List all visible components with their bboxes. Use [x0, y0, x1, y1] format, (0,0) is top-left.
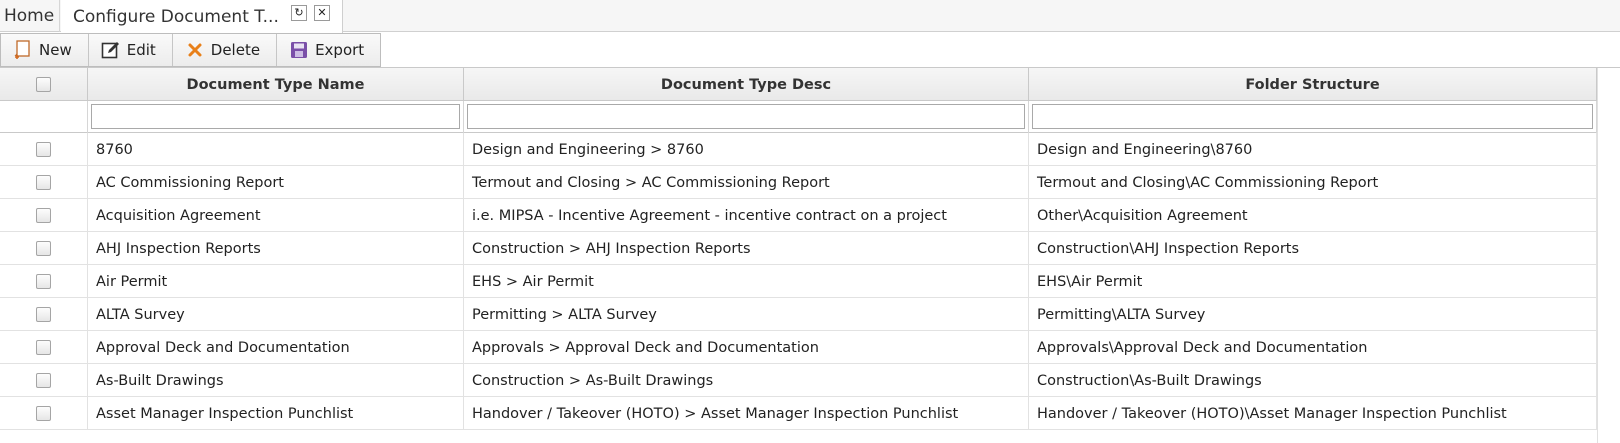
delete-button-label: Delete — [210, 41, 261, 59]
new-document-icon — [13, 40, 33, 60]
filter-cell-folder — [1029, 101, 1597, 133]
row-select-cell — [0, 232, 88, 265]
cell-folder-structure: Construction\As-Built Drawings — [1029, 364, 1597, 397]
cell-document-type-name: 8760 — [88, 133, 464, 166]
cell-document-type-desc: EHS > Air Permit — [464, 265, 1029, 298]
cell-folder-structure: Approvals\Approval Deck and Documentatio… — [1029, 331, 1597, 364]
tab-home-label: Home — [4, 6, 55, 26]
cell-document-type-desc: Approvals > Approval Deck and Documentat… — [464, 331, 1029, 364]
select-all-header — [0, 68, 88, 101]
row-checkbox[interactable] — [36, 241, 51, 256]
grid-body: 8760 Design and Engineering > 8760 Design … — [0, 133, 1597, 430]
row-checkbox[interactable] — [36, 373, 51, 388]
filter-row — [0, 101, 1597, 133]
row-checkbox[interactable] — [36, 307, 51, 322]
cell-document-type-name: AC Commissioning Report — [88, 166, 464, 199]
filter-cell-empty — [0, 101, 88, 133]
tab-strip: Home Configure Document T... ↻ ✕ — [0, 0, 1620, 33]
cell-folder-structure: Construction\AHJ Inspection Reports — [1029, 232, 1597, 265]
row-checkbox[interactable] — [36, 208, 51, 223]
cell-document-type-desc: i.e. MIPSA - Incentive Agreement - incen… — [464, 199, 1029, 232]
row-select-cell — [0, 364, 88, 397]
row-checkbox[interactable] — [36, 406, 51, 421]
row-checkbox[interactable] — [36, 340, 51, 355]
cell-document-type-desc: Permitting > ALTA Survey — [464, 298, 1029, 331]
cell-document-type-desc: Design and Engineering > 8760 — [464, 133, 1029, 166]
filter-folder-input[interactable] — [1032, 104, 1593, 129]
filter-desc-input[interactable] — [467, 104, 1025, 129]
new-button[interactable]: New — [1, 34, 89, 66]
export-save-icon — [289, 40, 309, 60]
export-button[interactable]: Export — [277, 34, 381, 66]
filter-cell-desc — [464, 101, 1029, 133]
edit-icon — [101, 40, 121, 60]
cell-folder-structure: Termout and Closing\AC Commissioning Rep… — [1029, 166, 1597, 199]
document-types-grid: Document Type Name Document Type Desc Fo… — [0, 67, 1620, 443]
row-checkbox[interactable] — [36, 274, 51, 289]
select-all-checkbox[interactable] — [36, 77, 51, 92]
edit-button[interactable]: Edit — [88, 34, 173, 66]
export-button-label: Export — [315, 41, 365, 59]
cell-folder-structure: Other\Acquisition Agreement — [1029, 199, 1597, 232]
filter-cell-name — [88, 101, 464, 133]
table-row[interactable]: Acquisition Agreement i.e. MIPSA - Incent… — [0, 199, 1597, 232]
cell-document-type-name: Acquisition Agreement — [88, 199, 464, 232]
filter-name-input[interactable] — [91, 104, 460, 129]
row-select-cell — [0, 331, 88, 364]
row-select-cell — [0, 265, 88, 298]
column-header-desc[interactable]: Document Type Desc — [464, 68, 1029, 101]
row-select-cell — [0, 397, 88, 430]
refresh-icon[interactable]: ↻ — [291, 5, 307, 21]
edit-button-label: Edit — [126, 41, 156, 59]
table-row[interactable]: AHJ Inspection Reports Construction > AHJ… — [0, 232, 1597, 265]
row-select-cell — [0, 199, 88, 232]
table-row[interactable]: ALTA Survey Permitting > ALTA Survey Permi… — [0, 298, 1597, 331]
cell-folder-structure: Design and Engineering\8760 — [1029, 133, 1597, 166]
vertical-scrollbar[interactable] — [1597, 68, 1620, 443]
row-select-cell — [0, 298, 88, 331]
toolbar: New Edit Delete Export — [0, 33, 382, 67]
table-row[interactable]: AC Commissioning Report Termout and Closi… — [0, 166, 1597, 199]
tab-configure-document-types[interactable]: Configure Document T... ↻ ✕ — [61, 0, 343, 33]
table-row[interactable]: 8760 Design and Engineering > 8760 Design … — [0, 133, 1597, 166]
cell-document-type-desc: Handover / Takeover (HOTO) > Asset Manag… — [464, 397, 1029, 430]
row-select-cell — [0, 166, 88, 199]
cell-document-type-name: Approval Deck and Documentation — [88, 331, 464, 364]
row-select-cell — [0, 133, 88, 166]
row-checkbox[interactable] — [36, 175, 51, 190]
column-header-name[interactable]: Document Type Name — [88, 68, 464, 101]
table-row[interactable]: Approval Deck and Documentation Approvals… — [0, 331, 1597, 364]
cell-document-type-desc: Construction > AHJ Inspection Reports — [464, 232, 1029, 265]
tab-home[interactable]: Home — [0, 0, 60, 32]
column-header-folder[interactable]: Folder Structure — [1029, 68, 1597, 101]
table-row[interactable]: As-Built Drawings Construction > As-Built… — [0, 364, 1597, 397]
table-row[interactable]: Asset Manager Inspection Punchlist Handov… — [0, 397, 1597, 430]
cell-document-type-name: Asset Manager Inspection Punchlist — [88, 397, 464, 430]
grid-header: Document Type Name Document Type Desc Fo… — [0, 68, 1597, 101]
cell-document-type-desc: Construction > As-Built Drawings — [464, 364, 1029, 397]
cell-folder-structure: Permitting\ALTA Survey — [1029, 298, 1597, 331]
table-row[interactable]: Air Permit EHS > Air Permit EHS\Air Permit — [0, 265, 1597, 298]
cell-document-type-name: As-Built Drawings — [88, 364, 464, 397]
cell-document-type-name: AHJ Inspection Reports — [88, 232, 464, 265]
tab-active-label: Configure Document T... — [73, 6, 279, 27]
cell-folder-structure: Handover / Takeover (HOTO)\Asset Manager… — [1029, 397, 1597, 430]
close-icon[interactable]: ✕ — [314, 5, 330, 21]
row-checkbox[interactable] — [36, 142, 51, 157]
cell-document-type-desc: Termout and Closing > AC Commissioning R… — [464, 166, 1029, 199]
delete-x-icon — [185, 40, 205, 60]
new-button-label: New — [39, 41, 72, 59]
cell-folder-structure: EHS\Air Permit — [1029, 265, 1597, 298]
delete-button[interactable]: Delete — [172, 34, 278, 66]
cell-document-type-name: Air Permit — [88, 265, 464, 298]
cell-document-type-name: ALTA Survey — [88, 298, 464, 331]
